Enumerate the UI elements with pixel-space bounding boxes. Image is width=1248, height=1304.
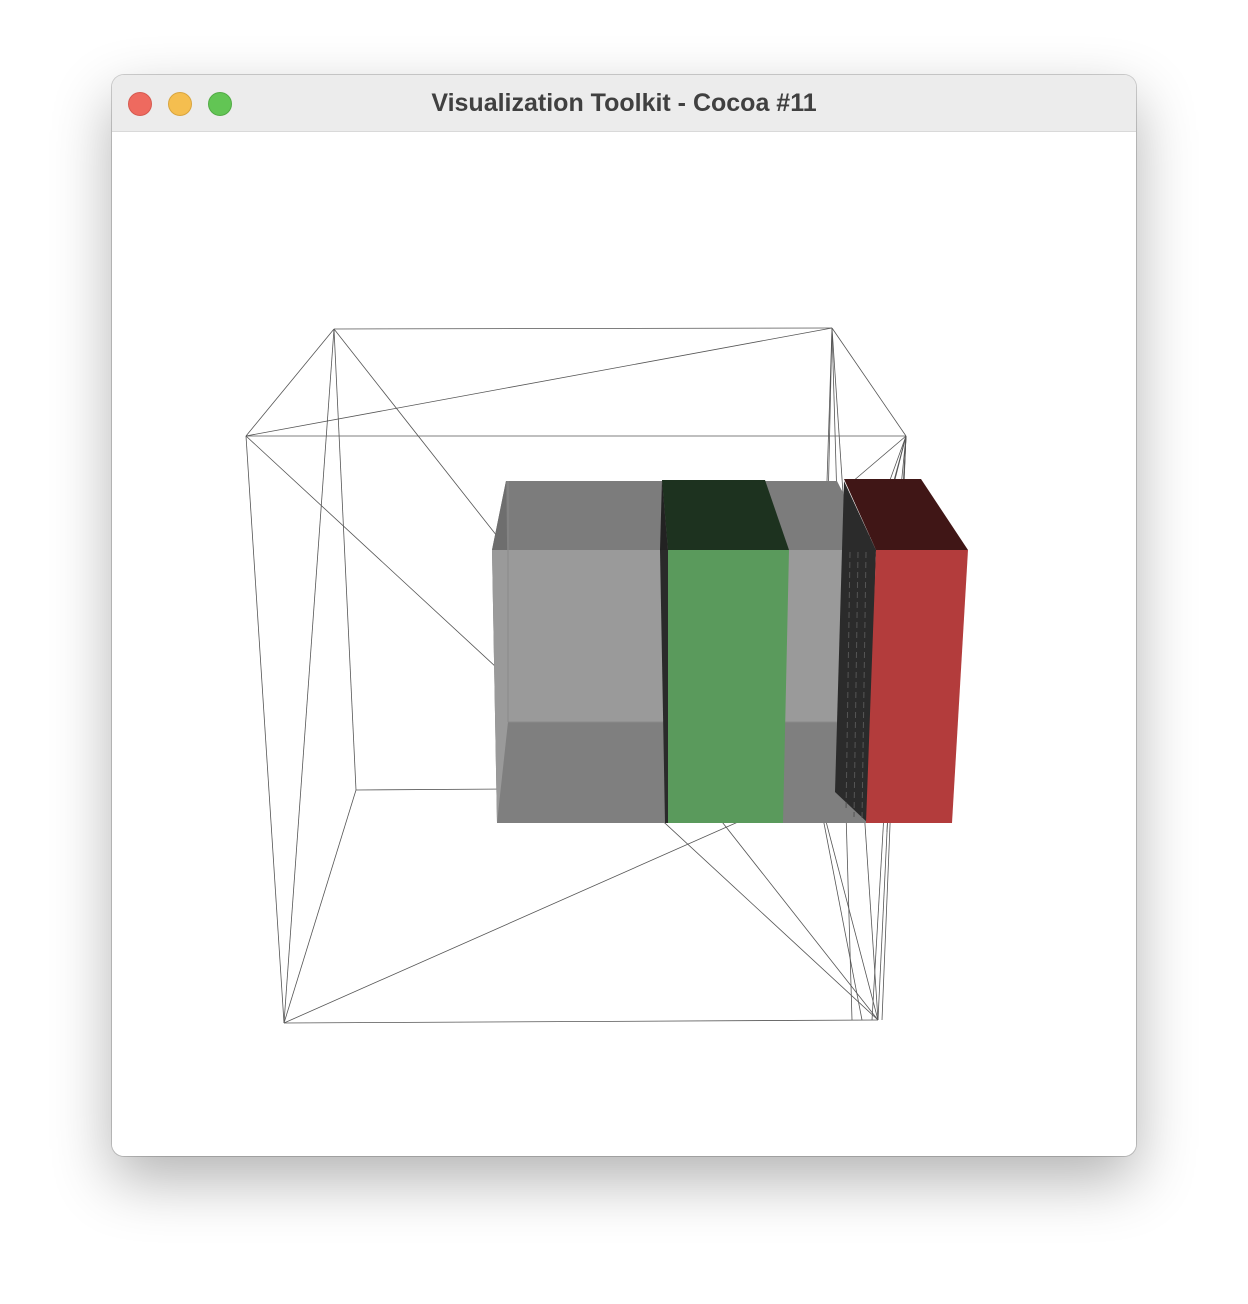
title-bar[interactable]: Visualization Toolkit - Cocoa #11 [112, 75, 1136, 132]
app-window: Visualization Toolkit - Cocoa #11 [112, 75, 1136, 1156]
green-box [660, 480, 789, 823]
render-viewport[interactable] [112, 132, 1136, 1156]
window-title: Visualization Toolkit - Cocoa #11 [431, 89, 817, 117]
render-canvas[interactable] [112, 132, 1136, 1156]
